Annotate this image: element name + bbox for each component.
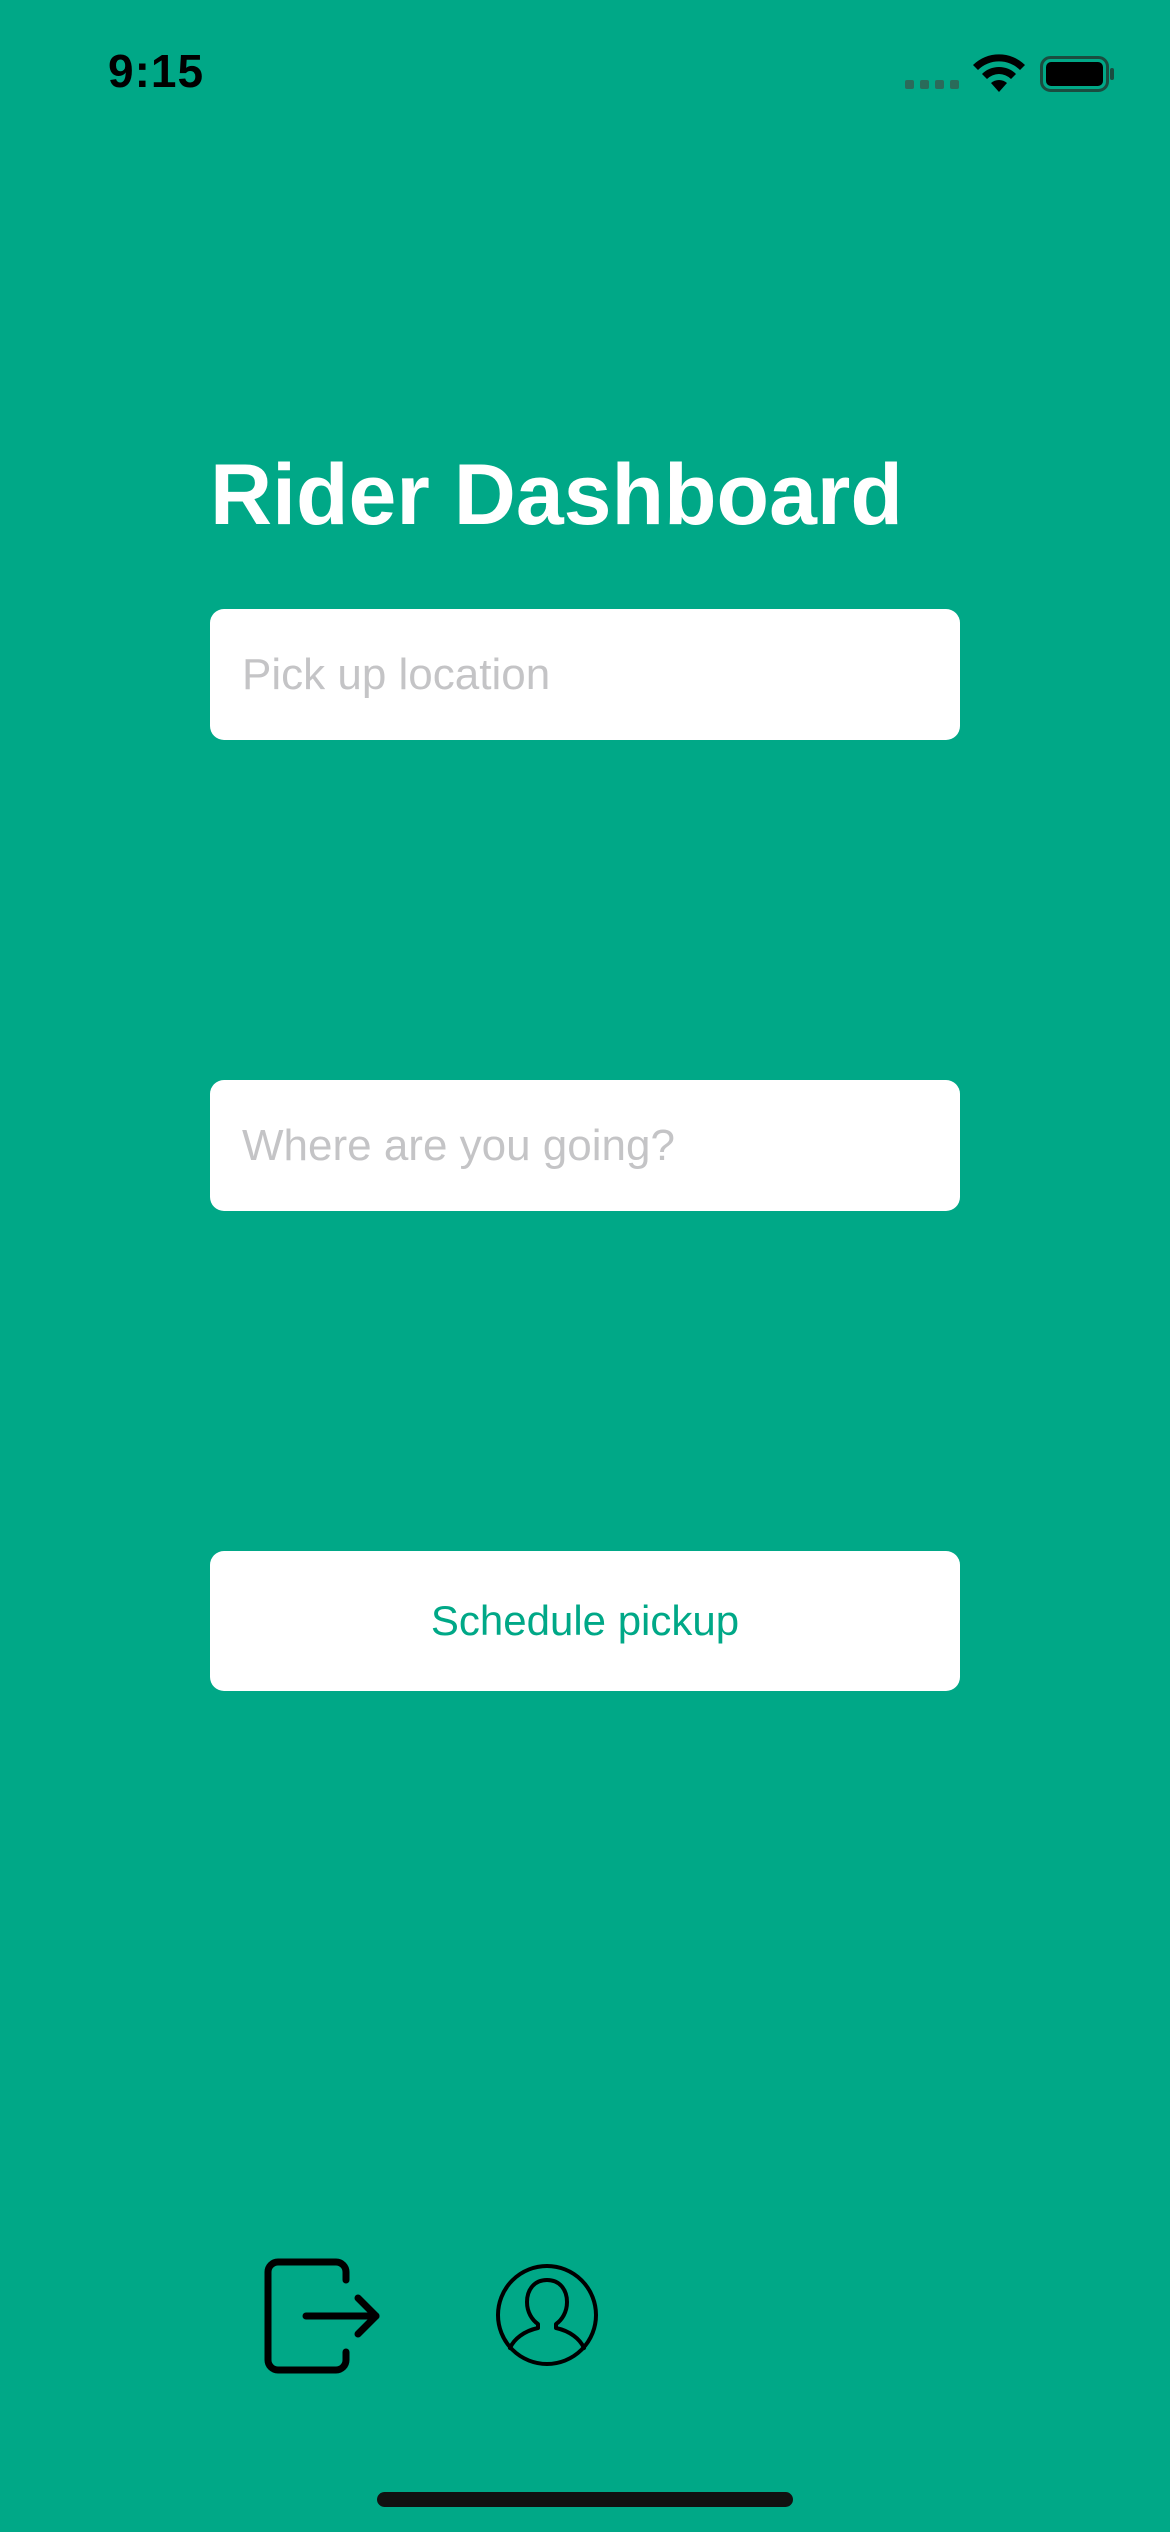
cellular-signal-icon <box>905 80 959 89</box>
battery-icon <box>1040 56 1114 92</box>
logout-icon <box>264 2258 380 2374</box>
destination-input[interactable] <box>210 1080 960 1211</box>
logout-button[interactable] <box>262 2258 382 2374</box>
pickup-location-input[interactable] <box>210 609 960 740</box>
home-indicator <box>377 2492 793 2507</box>
schedule-pickup-button[interactable]: Schedule pickup <box>210 1551 960 1691</box>
profile-icon <box>496 2264 598 2366</box>
page-title: Rider Dashboard <box>210 447 903 543</box>
profile-button[interactable] <box>494 2262 600 2368</box>
status-time: 9:15 <box>108 45 205 97</box>
status-bar: 9:15 <box>0 0 1170 150</box>
wifi-icon <box>973 54 1025 92</box>
